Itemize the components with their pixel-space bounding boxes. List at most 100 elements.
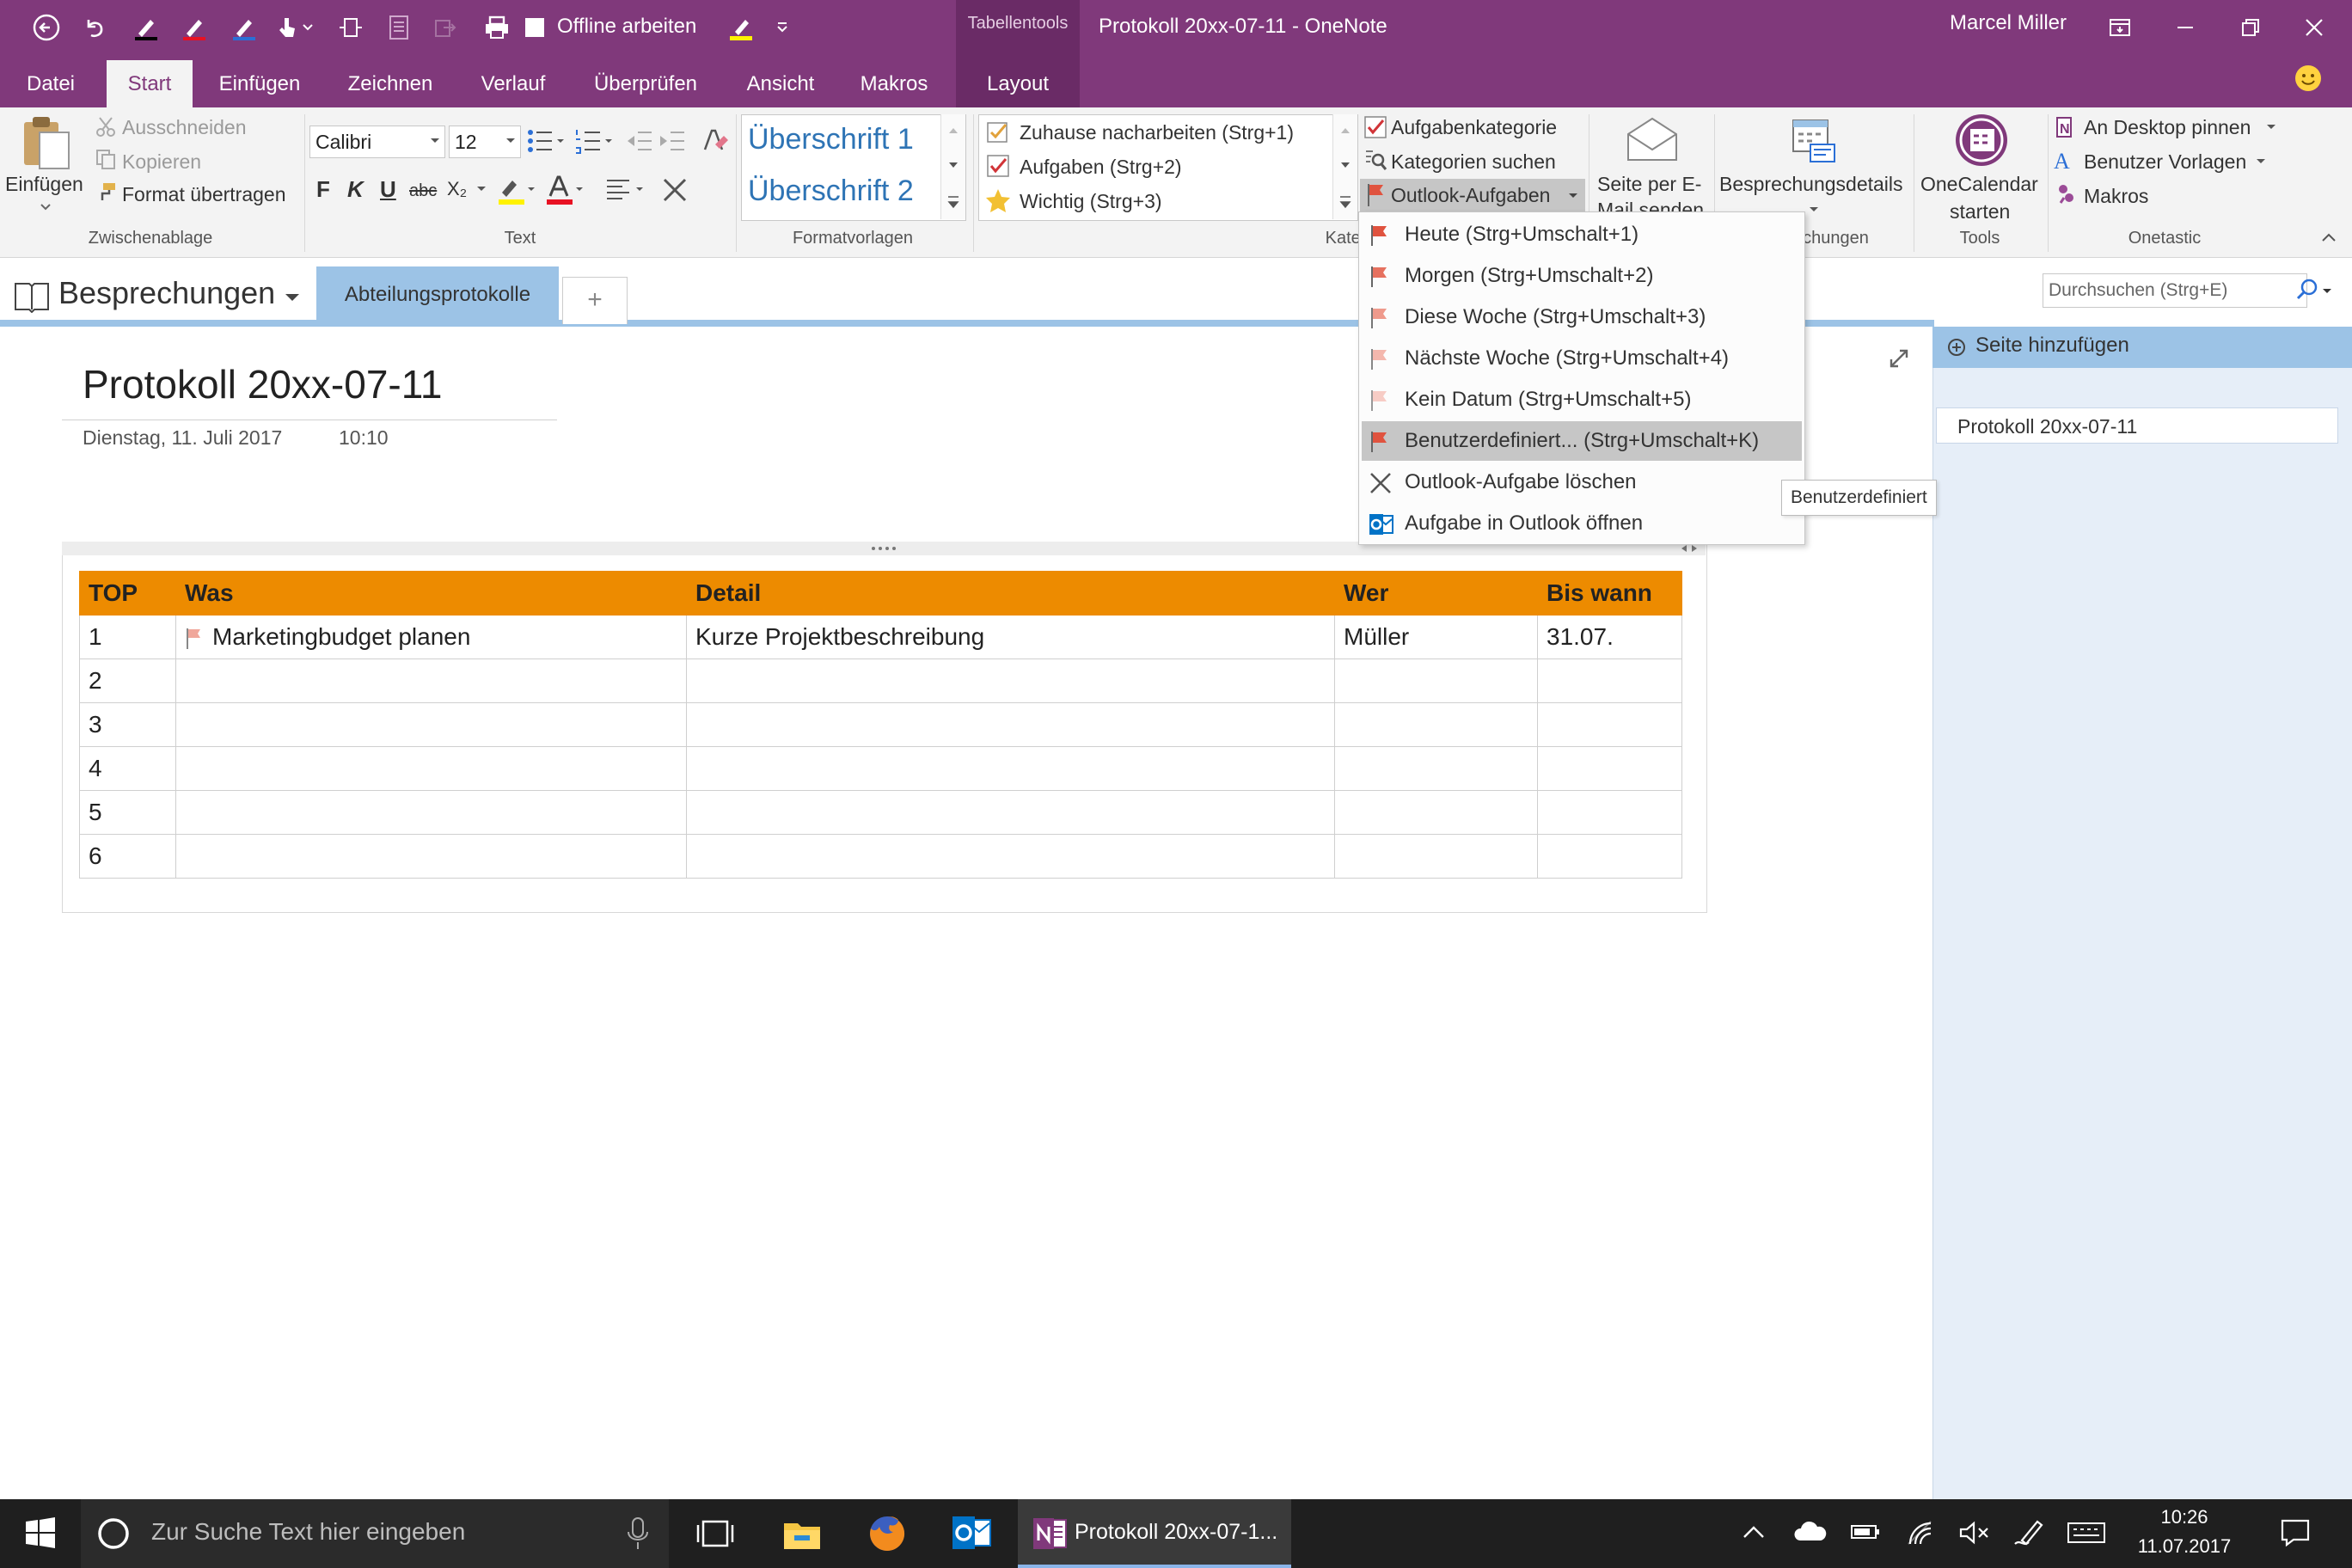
numbering-icon[interactable] [574, 127, 616, 155]
undo-icon[interactable] [76, 9, 113, 46]
meeting-details-button[interactable]: Besprechungsdetails [1719, 170, 1903, 198]
show-hidden-icons-icon[interactable] [1742, 1523, 1766, 1540]
taskbar-clock-date[interactable]: 11.07.2017 [2137, 1535, 2232, 1558]
cortana-icon[interactable] [96, 1516, 131, 1551]
table-cell[interactable] [1334, 658, 1538, 703]
menu-item-delete-task[interactable]: Outlook-Aufgabe löschen [1362, 462, 1802, 502]
tab-home[interactable]: Start [107, 60, 193, 107]
dock-icon[interactable] [332, 9, 370, 46]
fullpage-expand-icon[interactable] [1888, 347, 1910, 370]
tab-view[interactable]: Ansicht [738, 60, 824, 107]
font-name-select[interactable]: Calibri [309, 126, 445, 158]
user-templates-button[interactable]: Benutzer Vorlagen [2084, 148, 2246, 175]
pen-workspace-icon[interactable] [2013, 1518, 2046, 1547]
page-icon[interactable] [380, 9, 418, 46]
table-cell[interactable] [686, 746, 1335, 791]
tab-macros[interactable]: Makros [849, 60, 939, 107]
menu-item-open-in-outlook[interactable]: Aufgabe in Outlook öffnen [1362, 504, 1802, 543]
clipboard-icon[interactable] [19, 113, 74, 172]
add-section-button[interactable]: + [562, 277, 628, 324]
table-cell[interactable]: 6 [79, 834, 176, 879]
meeting-details-icon[interactable] [1790, 113, 1838, 165]
subscript-button[interactable]: X₂ [447, 175, 467, 203]
tab-review[interactable]: Überprüfen [581, 60, 710, 107]
table-cell[interactable] [1537, 746, 1682, 791]
table-cell[interactable] [1334, 746, 1538, 791]
copy-button[interactable]: Kopieren [122, 148, 201, 175]
table-header-cell[interactable]: Detail [686, 571, 1335, 616]
table-header-cell[interactable]: TOP [79, 571, 176, 616]
notebook-dropdown-icon[interactable] [284, 292, 301, 303]
table-cell[interactable]: 5 [79, 790, 176, 835]
table-cell[interactable] [1334, 702, 1538, 747]
table-cell[interactable] [175, 746, 687, 791]
menu-item-next-week[interactable]: Nächste Woche (Strg+Umschalt+4) [1362, 339, 1802, 378]
pen-blue-icon[interactable] [225, 9, 263, 46]
table-cell[interactable] [1537, 702, 1682, 747]
pen-black-icon[interactable] [127, 9, 165, 46]
find-tags-button[interactable]: Kategorien suchen [1391, 148, 1556, 175]
file-explorer-icon[interactable] [782, 1516, 822, 1551]
table-cell[interactable] [686, 658, 1335, 703]
section-tab-abteilungsprotokolle[interactable]: Abteilungsprotokolle [316, 266, 559, 323]
search-input[interactable]: Durchsuchen (Strg+E) [2043, 273, 2307, 308]
wifi-icon[interactable] [1905, 1518, 1936, 1546]
font-dropdown-icon[interactable] [430, 138, 440, 144]
delete-x-icon[interactable] [662, 177, 688, 203]
battery-icon[interactable] [1850, 1522, 1881, 1542]
table-cell[interactable] [175, 834, 687, 879]
outlook-taskbar-icon[interactable] [951, 1513, 992, 1553]
menu-item-custom[interactable]: Benutzerdefiniert... (Strg+Umschalt+K) [1362, 421, 1802, 461]
subscript-dropdown-icon[interactable] [476, 186, 487, 193]
paragraph-align-icon[interactable] [605, 177, 648, 203]
tab-draw[interactable]: Zeichnen [337, 60, 444, 107]
table-header-cell[interactable]: Wer [1334, 571, 1538, 616]
pin-desktop-icon[interactable]: N [2055, 115, 2077, 139]
taskbar-clock-time[interactable]: 10:26 [2137, 1506, 2232, 1528]
pin-desktop-button[interactable]: An Desktop pinnen [2084, 113, 2251, 141]
underline-button[interactable]: U [380, 175, 396, 203]
table-cell[interactable]: Kurze Projektbeschreibung [686, 615, 1335, 659]
email-page-label[interactable]: Seite per E- [1597, 170, 1701, 198]
tag-item-important[interactable]: Wichtig (Strg+3) [1020, 187, 1162, 215]
table-cell[interactable] [175, 658, 687, 703]
user-name[interactable]: Marcel Miller [1950, 9, 2067, 38]
task-view-icon[interactable] [696, 1518, 734, 1549]
format-painter-button[interactable]: Format übertragen [122, 181, 285, 208]
close-icon[interactable] [2295, 9, 2333, 46]
tab-history[interactable]: Verlauf [471, 60, 555, 107]
page-title[interactable]: Protokoll 20xx-07-11 [83, 361, 442, 407]
customize-qat-icon[interactable] [772, 9, 793, 46]
table-cell[interactable] [175, 790, 687, 835]
italic-button[interactable]: K [347, 175, 364, 203]
table-cell[interactable]: 31.07. [1537, 615, 1682, 659]
onecalendar-icon[interactable] [1953, 112, 2010, 168]
notebook-icon[interactable] [12, 279, 52, 313]
onecalendar-start-button[interactable]: OneCalendar [1920, 170, 2038, 198]
cut-button[interactable]: Ausschneiden [122, 113, 247, 141]
highlighter-icon[interactable] [722, 9, 760, 46]
style-heading2[interactable]: Überschrift 2 [748, 174, 914, 208]
collapse-ribbon-icon[interactable] [2321, 232, 2337, 242]
add-page-icon[interactable] [1946, 337, 1967, 358]
onedrive-icon[interactable] [1793, 1520, 1828, 1542]
strikethrough-button[interactable]: abc [409, 177, 437, 205]
print-icon[interactable] [478, 9, 516, 46]
touch-keyboard-icon[interactable] [2067, 1522, 2106, 1544]
highlight-color-icon[interactable] [497, 175, 536, 206]
macros-button[interactable]: Makros [2084, 182, 2148, 210]
tags-scroll[interactable] [1332, 114, 1357, 219]
table-cell[interactable] [175, 702, 687, 747]
menu-item-tomorrow[interactable]: Morgen (Strg+Umschalt+2) [1362, 256, 1802, 296]
paste-chevron-icon[interactable] [40, 203, 52, 211]
meeting-details-chevron-icon[interactable] [1809, 206, 1819, 213]
size-dropdown-icon[interactable] [505, 138, 516, 144]
table-cell[interactable]: Müller [1334, 615, 1538, 659]
style-heading1[interactable]: Überschrift 1 [748, 122, 914, 156]
bold-button[interactable]: F [316, 175, 330, 203]
menu-item-no-date[interactable]: Kein Datum (Strg+Umschalt+5) [1362, 380, 1802, 420]
table-cell[interactable]: 1 [79, 615, 176, 659]
font-color-icon[interactable] [545, 175, 585, 206]
tag-item-followup[interactable]: Zuhause nacharbeiten (Strg+1) [1020, 119, 1294, 146]
add-page-button[interactable]: Seite hinzufügen [1975, 334, 2129, 358]
